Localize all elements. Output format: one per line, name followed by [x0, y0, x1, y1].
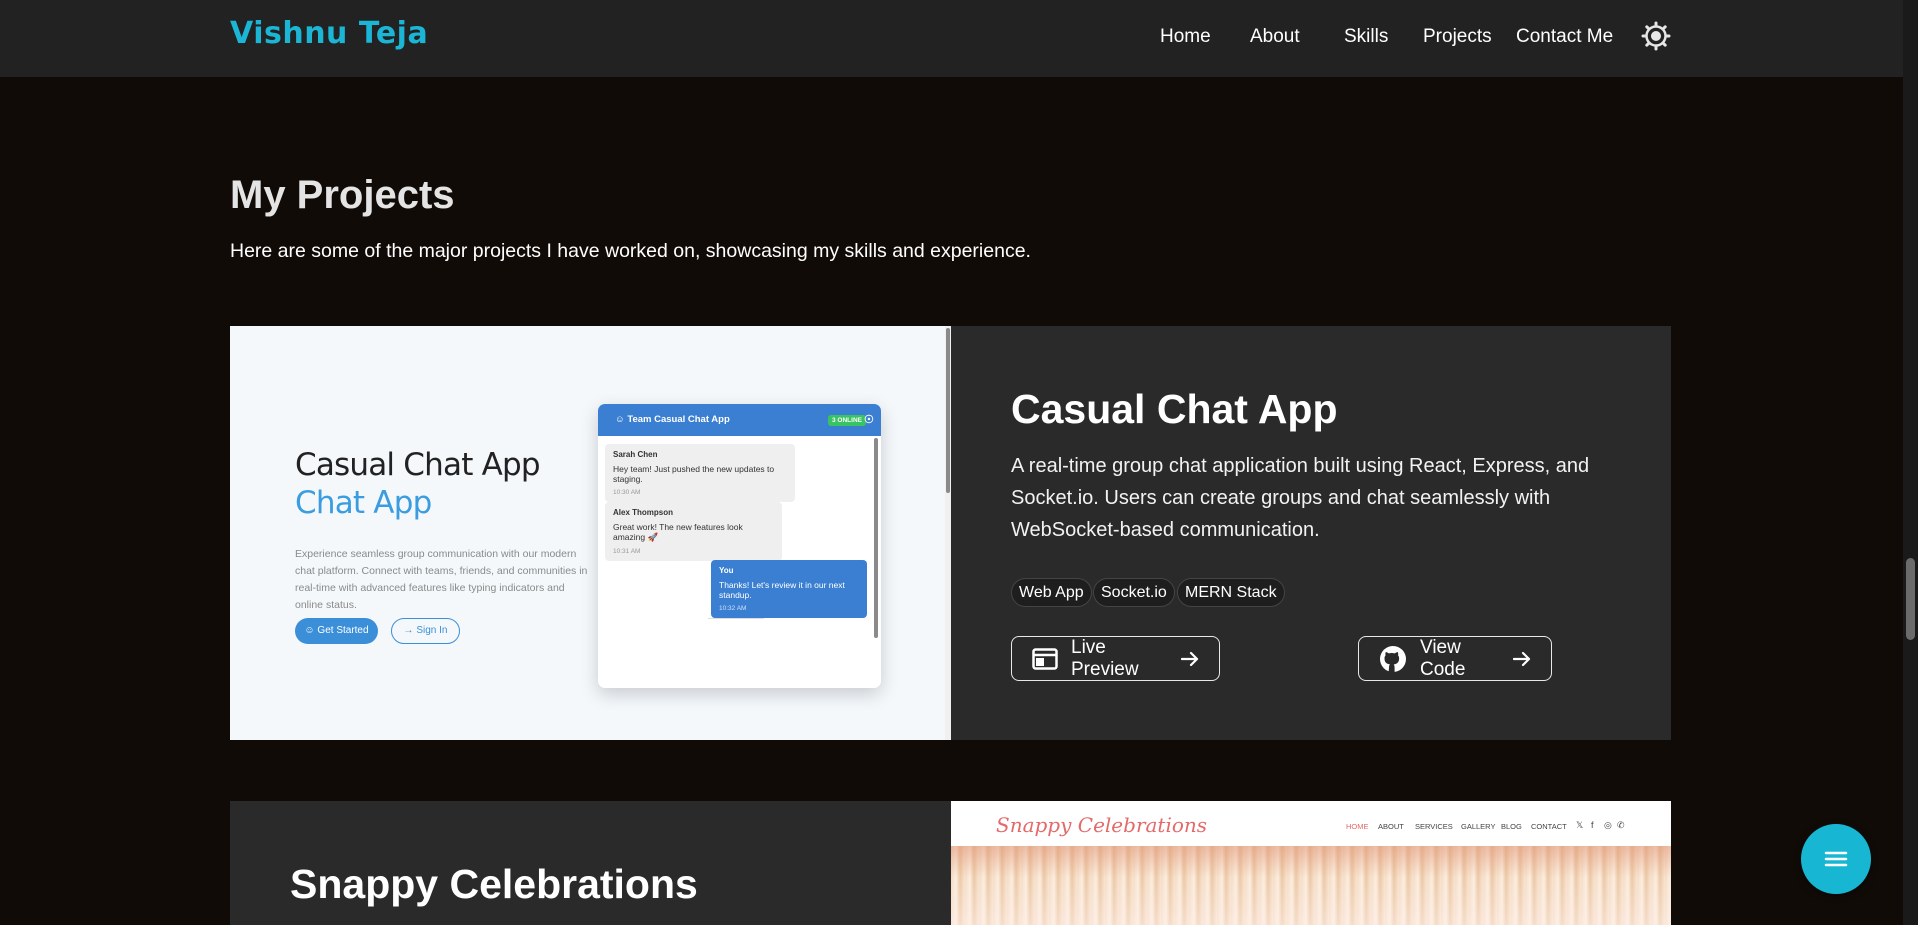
nav-link-contact[interactable]: Contact Me — [1516, 26, 1613, 48]
project-tag: MERN Stack — [1177, 578, 1285, 607]
project-tag: Socket.io — [1093, 578, 1175, 607]
project-card-casual-chat: Casual Chat App Chat App Experience seam… — [230, 326, 1671, 740]
arrow-right-icon — [1513, 651, 1531, 667]
screenshot-sign-in-button: → Sign In — [391, 618, 460, 644]
screenshot-title-accent: Chat App — [295, 485, 432, 521]
screenshot-description: Experience seamless group communication … — [295, 548, 588, 611]
browser-window-icon — [1032, 647, 1058, 670]
nav-link-home[interactable]: Home — [1160, 26, 1211, 48]
section-subtitle: Here are some of the major projects I ha… — [230, 240, 1031, 262]
project-info: Casual Chat App A real-time group chat a… — [951, 326, 1671, 740]
brand-logo[interactable]: Vishnu Teja — [230, 16, 428, 51]
users-icon: ☺ — [615, 414, 625, 425]
screenshot-chat-window: ☺ Team Casual Chat App 3 ONLINE ☉ Sarah … — [598, 404, 881, 688]
view-code-button[interactable]: View Code — [1358, 636, 1552, 681]
screenshot-nav-item: BLOG — [1501, 822, 1522, 831]
sun-icon[interactable] — [1641, 21, 1671, 51]
chat-message: Sarah Chen Hey team! Just pushed the new… — [605, 444, 795, 502]
screenshot-logo: Snappy Celebrations — [996, 813, 1208, 837]
whatsapp-icon: ✆ — [1617, 820, 1625, 830]
live-preview-button[interactable]: Live Preview — [1011, 636, 1220, 681]
screenshot-nav-item: CONTACT — [1531, 822, 1567, 831]
chat-message-own: You Thanks! Let's review it in our next … — [711, 560, 867, 618]
screenshot-nav-item: ABOUT — [1378, 822, 1404, 831]
screenshot-title: Casual Chat App — [295, 447, 541, 483]
project-info: Snappy Celebrations — [230, 801, 951, 925]
project-screenshot: Casual Chat App Chat App Experience seam… — [230, 326, 951, 740]
chat-divider — [708, 618, 764, 619]
instagram-icon: ◎ — [1604, 820, 1612, 830]
chat-header: ☺ Team Casual Chat App 3 ONLINE ☉ — [598, 404, 881, 436]
project-screenshot: Snappy Celebrations HOME ABOUT SERVICES … — [951, 801, 1671, 925]
screenshot-nav-item: SERVICES — [1415, 822, 1453, 831]
page-scrollbar[interactable] — [1903, 0, 1918, 925]
scrollbar-thumb[interactable] — [1906, 558, 1915, 640]
screenshot-get-started-button: ☺ Get Started — [295, 618, 378, 644]
facebook-icon: f — [1591, 820, 1594, 830]
project-card-snappy-celebrations: Snappy Celebrations Snappy Celebrations … — [230, 801, 1671, 925]
section-title: My Projects — [230, 173, 455, 217]
project-title: Snappy Celebrations — [290, 861, 698, 907]
nav-link-projects[interactable]: Projects — [1423, 26, 1492, 48]
project-description: A real-time group chat application built… — [1011, 455, 1590, 541]
chat-message: Alex Thompson Great work! The new featur… — [605, 502, 782, 561]
screenshot-nav-item: HOME — [1346, 822, 1369, 831]
globe-icon: ☉ — [864, 414, 874, 426]
navbar: Vishnu Teja Home About Skills Projects C… — [0, 0, 1903, 77]
project-tag: Web App — [1011, 578, 1092, 607]
project-title: Casual Chat App — [1011, 386, 1338, 432]
nav-link-skills[interactable]: Skills — [1344, 26, 1388, 48]
menu-icon[interactable] — [1801, 824, 1871, 894]
screenshot-nav-item: GALLERY — [1461, 822, 1496, 831]
arrow-right-icon — [1181, 651, 1199, 667]
github-icon — [1379, 645, 1407, 673]
nav-link-about[interactable]: About — [1250, 26, 1300, 48]
x-icon: 𝕏 — [1576, 820, 1584, 830]
online-badge: 3 ONLINE — [828, 415, 866, 426]
chat-scrollbar — [874, 438, 878, 638]
